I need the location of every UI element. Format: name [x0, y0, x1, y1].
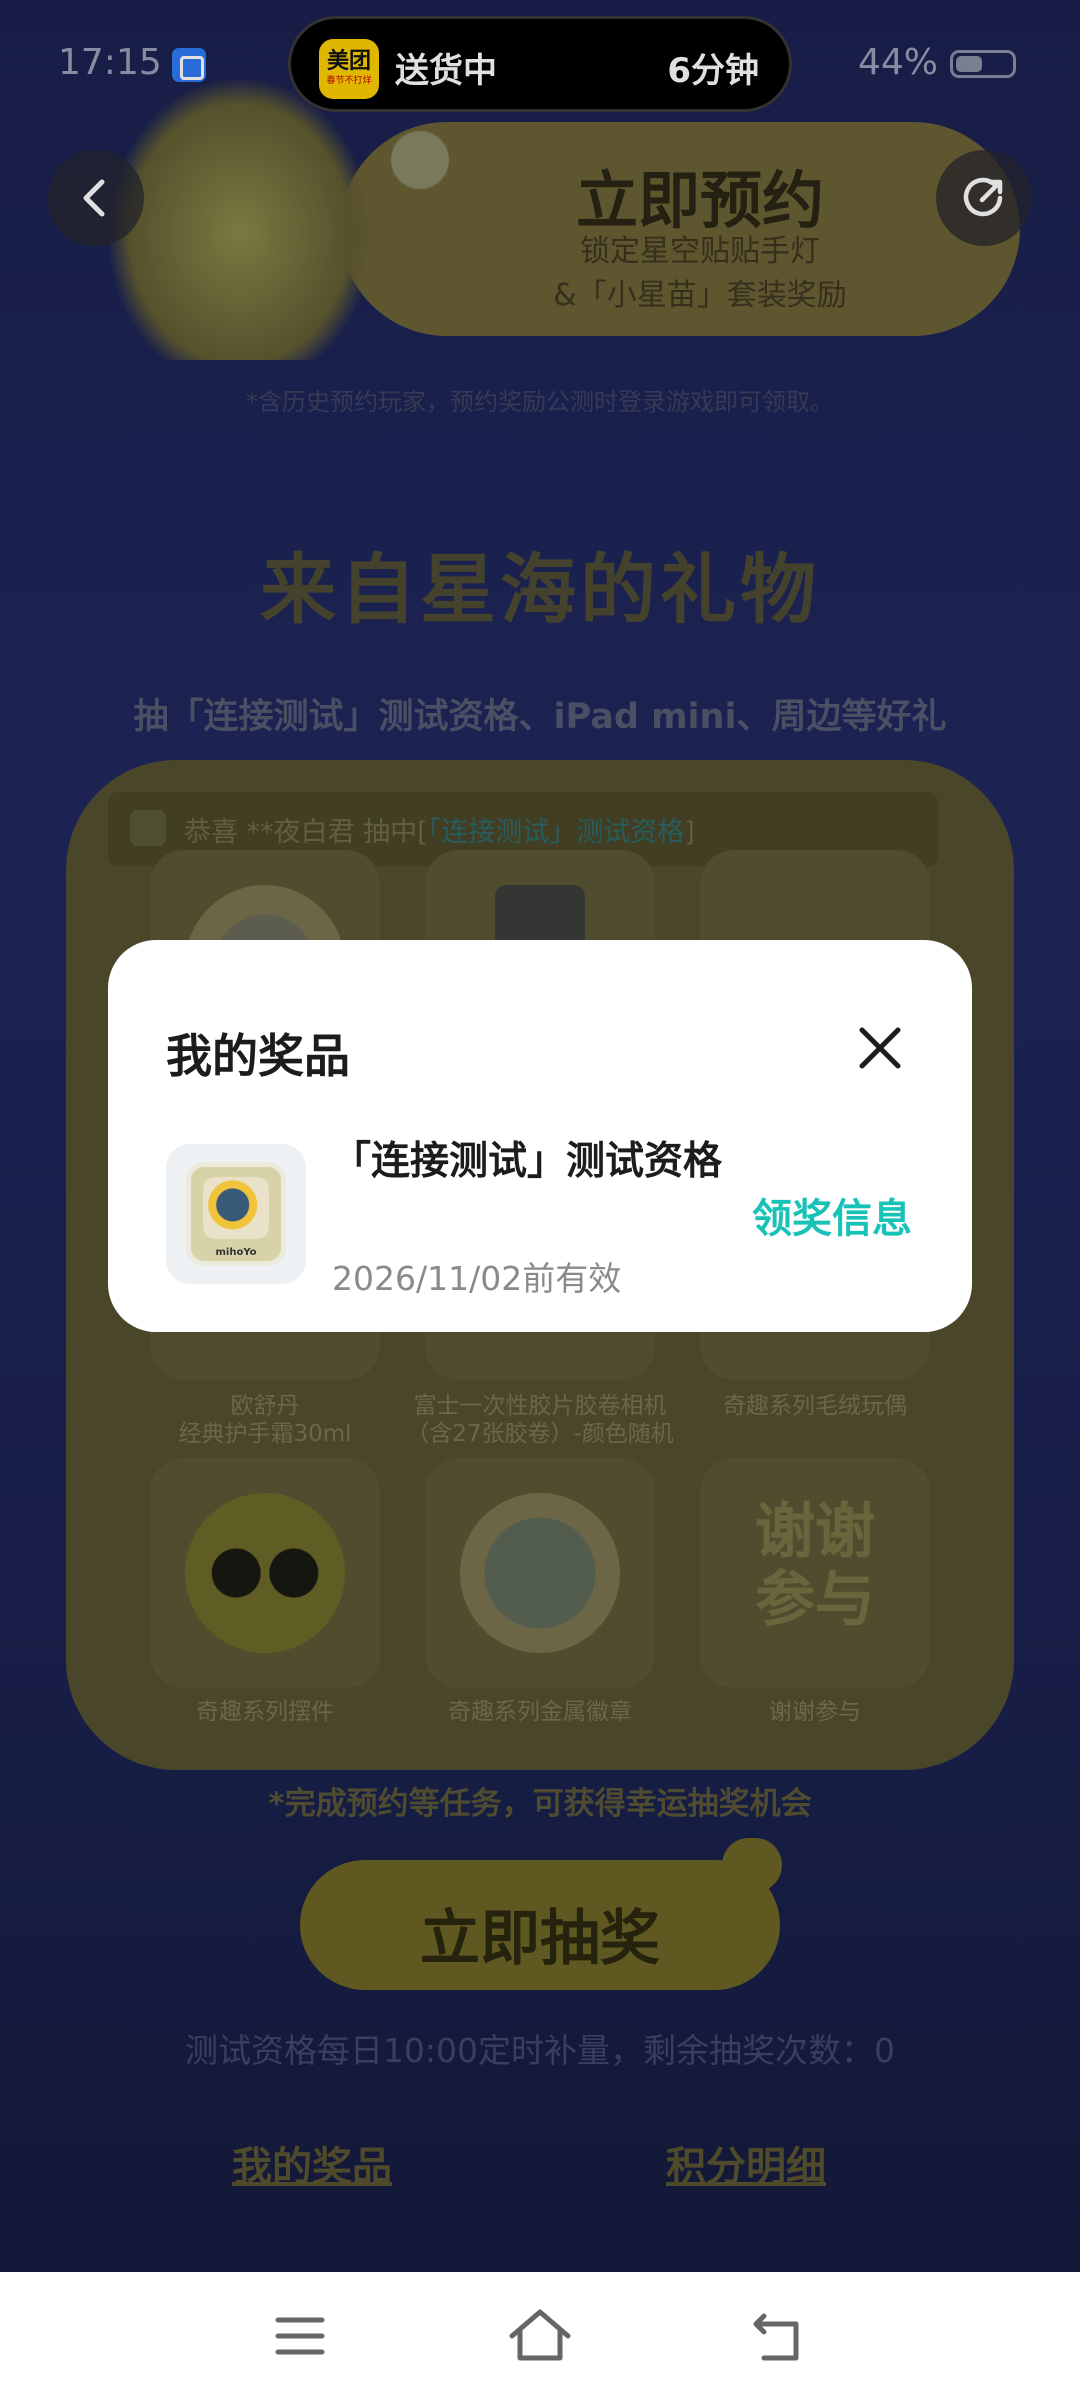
home-icon [509, 2309, 571, 2361]
back-arrow-icon [753, 2313, 799, 2361]
system-nav-bar [0, 2272, 1080, 2400]
app-screen: 17:15 美团 春节不打烊 送货中 6分钟 44% 立即预约 锁定星空贴贴手灯… [0, 0, 1080, 2272]
close-icon [859, 1027, 901, 1069]
thumb-brand: mihoYo [215, 1247, 257, 1258]
modal-title: 我的奖品 [166, 1029, 350, 1083]
home-button[interactable] [502, 2298, 578, 2374]
prize-expiry: 2026/11/02前有效 [332, 1259, 622, 1298]
claim-info-button[interactable]: 领奖信息 [752, 1186, 912, 1244]
app-icon [203, 1177, 269, 1239]
menu-button[interactable] [262, 2298, 338, 2374]
menu-icon [275, 2317, 325, 2355]
prize-name: 「连接测试」测试资格 [332, 1139, 723, 1184]
back-nav-button[interactable] [742, 2298, 818, 2374]
close-button[interactable] [848, 1016, 912, 1080]
prize-thumbnail: mihoYo [166, 1144, 306, 1284]
my-prizes-modal: 我的奖品 mihoYo 「连接测试」测试资格 2026/11/02前有效 领奖信… [108, 940, 972, 1332]
